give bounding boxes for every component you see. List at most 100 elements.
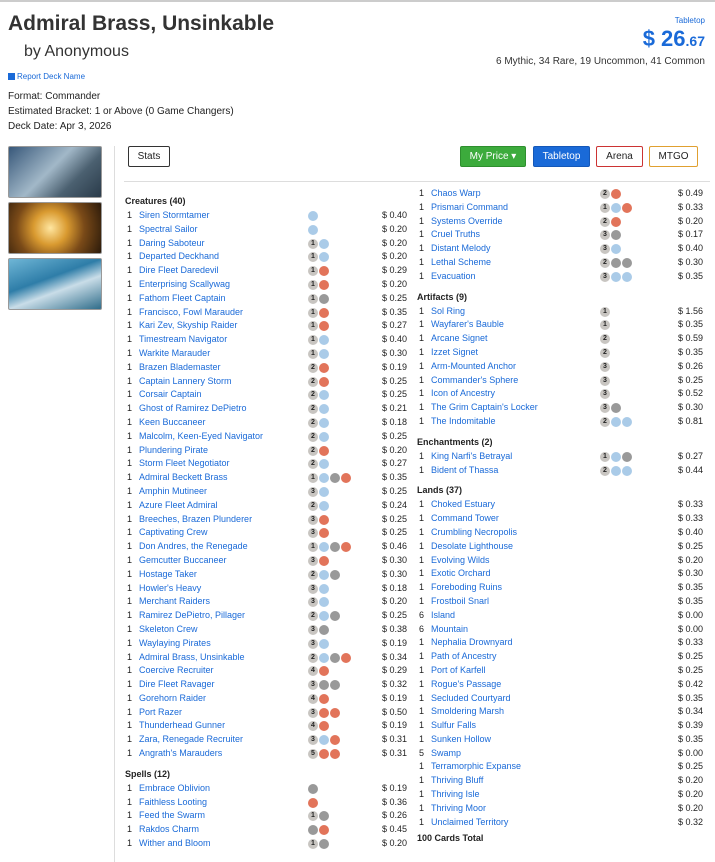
card-name-link[interactable]: Sol Ring [431,305,465,319]
card-name-link[interactable]: Departed Deckhand [139,250,219,264]
card-name-link[interactable]: Faithless Looting [139,796,207,810]
card-name-link[interactable]: Chaos Warp [431,187,481,201]
card-name-link[interactable]: Thriving Bluff [431,774,483,788]
card-price: $ 0.46 [381,541,407,552]
card-name-link[interactable]: Port of Karfell [431,664,486,678]
card-name-link[interactable]: Rogue's Passage [431,678,501,692]
card-name-link[interactable]: Evacuation [431,270,476,284]
card-name-link[interactable]: Cruel Truths [431,228,480,242]
arena-button[interactable]: Arena [596,146,643,167]
card-name-link[interactable]: Foreboding Ruins [431,581,502,595]
card-name-link[interactable]: Ramirez DePietro, Pillager [139,609,245,623]
card-name-link[interactable]: Choked Estuary [431,498,495,512]
card-name-link[interactable]: Hostage Taker [139,568,197,582]
card-name-link[interactable]: Embrace Oblivion [139,782,210,796]
card-quantity: 1 [127,320,133,331]
card-name-link[interactable]: Exotic Orchard [431,567,491,581]
card-name-link[interactable]: Command Tower [431,512,499,526]
card-name-link[interactable]: Crumbling Necropolis [431,526,517,540]
card-name-link[interactable]: Gorehorn Raider [139,692,206,706]
card-name-link[interactable]: Enterprising Scallywag [139,278,230,292]
card-name-link[interactable]: Thriving Moor [431,802,486,816]
card-name-link[interactable]: Ghost of Ramirez DePietro [139,402,247,416]
card-name-link[interactable]: Sulfur Falls [431,719,476,733]
card-name-link[interactable]: Amphin Mutineer [139,485,207,499]
card-name-link[interactable]: Unclaimed Territory [431,816,508,830]
card-name-link[interactable]: Admiral Brass, Unsinkable [139,651,245,665]
card-name-link[interactable]: Dire Fleet Daredevil [139,264,219,278]
card-name-link[interactable]: Port Razer [139,706,182,720]
card-name-link[interactable]: Gemcutter Buccaneer [139,554,227,568]
card-name-link[interactable]: Commander's Sphere [431,374,518,388]
card-name-link[interactable]: Distant Melody [431,242,491,256]
card-name-link[interactable]: Breeches, Brazen Plunderer [139,513,252,527]
card-name-link[interactable]: Dire Fleet Ravager [139,678,215,692]
card-name-link[interactable]: Thriving Isle [431,788,480,802]
card-name-link[interactable]: The Indomitable [431,415,496,429]
card-name-link[interactable]: Smoldering Marsh [431,705,504,719]
my-price-dropdown[interactable]: My Price ▾ [460,146,526,167]
card-name-link[interactable]: Rakdos Charm [139,823,199,837]
card-name-link[interactable]: Captivating Crew [139,526,208,540]
red-mana-icon [319,666,329,677]
card-name-link[interactable]: Coercive Recruiter [139,664,214,678]
card-name-link[interactable]: Sunken Hollow [431,733,491,747]
card-name-link[interactable]: Arcane Signet [431,332,488,346]
card-name-link[interactable]: The Grim Captain's Locker [431,401,538,415]
card-name-link[interactable]: Frostboil Snarl [431,595,489,609]
card-name-link[interactable]: Thunderhead Gunner [139,719,225,733]
card-name-link[interactable]: Don Andres, the Renegade [139,540,248,554]
card-name-link[interactable]: Merchant Raiders [139,595,210,609]
card-name-link[interactable]: Desolate Lighthouse [431,540,513,554]
stats-button[interactable]: Stats [128,146,170,167]
card-name-link[interactable]: Azure Fleet Admiral [139,499,218,513]
card-name-link[interactable]: Storm Fleet Negotiator [139,457,230,471]
card-name-link[interactable]: Howler's Heavy [139,582,201,596]
card-name-link[interactable]: Corsair Captain [139,388,202,402]
card-name-link[interactable]: Timestream Navigator [139,333,227,347]
card-name-link[interactable]: Wayfarer's Bauble [431,318,504,332]
card-name-link[interactable]: Mountain [431,623,468,637]
card-name-link[interactable]: Bident of Thassa [431,464,498,478]
card-name-link[interactable]: Island [431,609,455,623]
card-name-link[interactable]: Skeleton Crew [139,623,198,637]
card-name-link[interactable]: Admiral Beckett Brass [139,471,228,485]
card-name-link[interactable]: Nephalia Drownyard [431,636,513,650]
commander-art-thumbnail[interactable] [8,146,102,198]
card-name-link[interactable]: Terramorphic Expanse [431,760,521,774]
card-name-link[interactable]: Swamp [431,747,461,761]
card-name-link[interactable]: Fathom Fleet Captain [139,292,226,306]
card-name-link[interactable]: King Narfi's Betrayal [431,450,512,464]
card-name-link[interactable]: Waylaying Pirates [139,637,211,651]
mtgo-button[interactable]: MTGO [649,146,698,167]
card-name-link[interactable]: Plundering Pirate [139,444,208,458]
card-name-link[interactable]: Siren Stormtamer [139,209,210,223]
card-name-link[interactable]: Captain Lannery Storm [139,375,232,389]
card-name-link[interactable]: Lethal Scheme [431,256,491,270]
card-name-link[interactable]: Feed the Swarm [139,809,205,823]
card-name-link[interactable]: Secluded Courtyard [431,692,511,706]
card-name-link[interactable]: Francisco, Fowl Marauder [139,306,243,320]
card-name-link[interactable]: Wither and Bloom [139,837,211,851]
card-name-link[interactable]: Keen Buccaneer [139,416,206,430]
report-deck-name-link[interactable]: Report Deck Name [8,72,85,81]
card-name-link[interactable]: Brazen Blademaster [139,361,221,375]
card-name-link[interactable]: Icon of Ancestry [431,387,495,401]
card-name-link[interactable]: Evolving Wilds [431,554,490,568]
card-name-link[interactable]: Prismari Command [431,201,508,215]
card-name-link[interactable]: Izzet Signet [431,346,478,360]
card-name-link[interactable]: Systems Override [431,215,503,229]
card-name-link[interactable]: Malcolm, Keen-Eyed Navigator [139,430,263,444]
card-name-link[interactable]: Arm-Mounted Anchor [431,360,516,374]
card-art-thumbnail[interactable] [8,202,102,254]
card-name-link[interactable]: Warkite Marauder [139,347,210,361]
card-name-link[interactable]: Path of Ancestry [431,650,497,664]
card-name-link[interactable]: Spectral Sailor [139,223,198,237]
generic-mana-icon: 1 [600,451,610,462]
card-name-link[interactable]: Kari Zev, Skyship Raider [139,319,237,333]
card-name-link[interactable]: Zara, Renegade Recruiter [139,733,243,747]
tabletop-button[interactable]: Tabletop [533,146,590,167]
card-art-thumbnail[interactable] [8,258,102,310]
card-name-link[interactable]: Daring Saboteur [139,237,205,251]
card-name-link[interactable]: Angrath's Marauders [139,747,222,761]
